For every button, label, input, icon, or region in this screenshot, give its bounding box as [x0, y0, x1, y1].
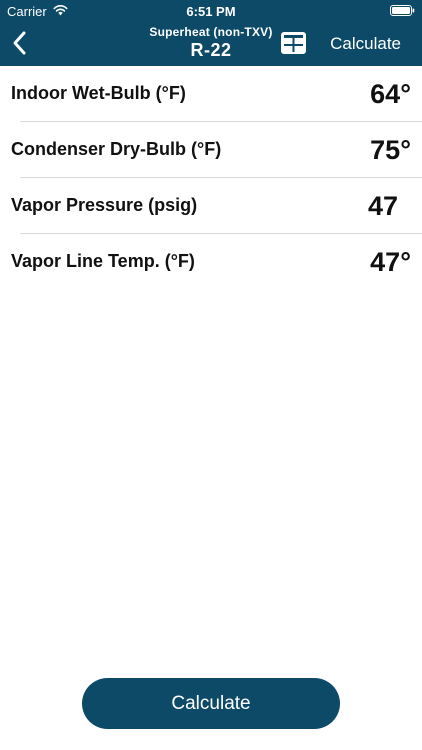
row-vapor-pressure[interactable]: Vapor Pressure (psig) 47: [0, 178, 422, 234]
status-time: 6:51 PM: [186, 4, 236, 19]
nav-calculate-button[interactable]: Calculate: [330, 34, 401, 54]
header-bar: Carrier 6:51 PM Superheat (non-TXV) R-22…: [0, 0, 422, 66]
row-condenser-dry-bulb[interactable]: Condenser Dry-Bulb (°F) 75°: [0, 122, 422, 178]
row-label: Condenser Dry-Bulb (°F): [11, 139, 222, 159]
row-vapor-line-temp[interactable]: Vapor Line Temp. (°F) 47°: [0, 234, 422, 290]
table-grid-icon: [281, 32, 306, 54]
navigation-bar: Superheat (non-TXV) R-22 Calculate: [0, 22, 422, 66]
row-value[interactable]: 47: [368, 191, 398, 222]
screen: Carrier 6:51 PM Superheat (non-TXV) R-22…: [0, 0, 422, 750]
back-button[interactable]: [8, 28, 32, 58]
row-label: Vapor Pressure (psig): [11, 195, 198, 215]
row-value[interactable]: 64°: [370, 79, 411, 110]
row-label: Vapor Line Temp. (°F): [11, 251, 195, 271]
row-label: Indoor Wet-Bulb (°F): [11, 83, 186, 103]
chevron-left-icon: [13, 31, 26, 55]
calculate-button[interactable]: Calculate: [82, 678, 340, 729]
row-indoor-wet-bulb[interactable]: Indoor Wet-Bulb (°F) 64°: [0, 66, 422, 122]
row-value[interactable]: 75°: [370, 135, 411, 166]
status-bar: Carrier 6:51 PM: [0, 0, 422, 22]
row-value[interactable]: 47°: [370, 247, 411, 278]
table-button[interactable]: [281, 32, 306, 54]
battery-icon: [390, 5, 415, 16]
input-list: Indoor Wet-Bulb (°F) 64° Condenser Dry-B…: [0, 66, 422, 290]
